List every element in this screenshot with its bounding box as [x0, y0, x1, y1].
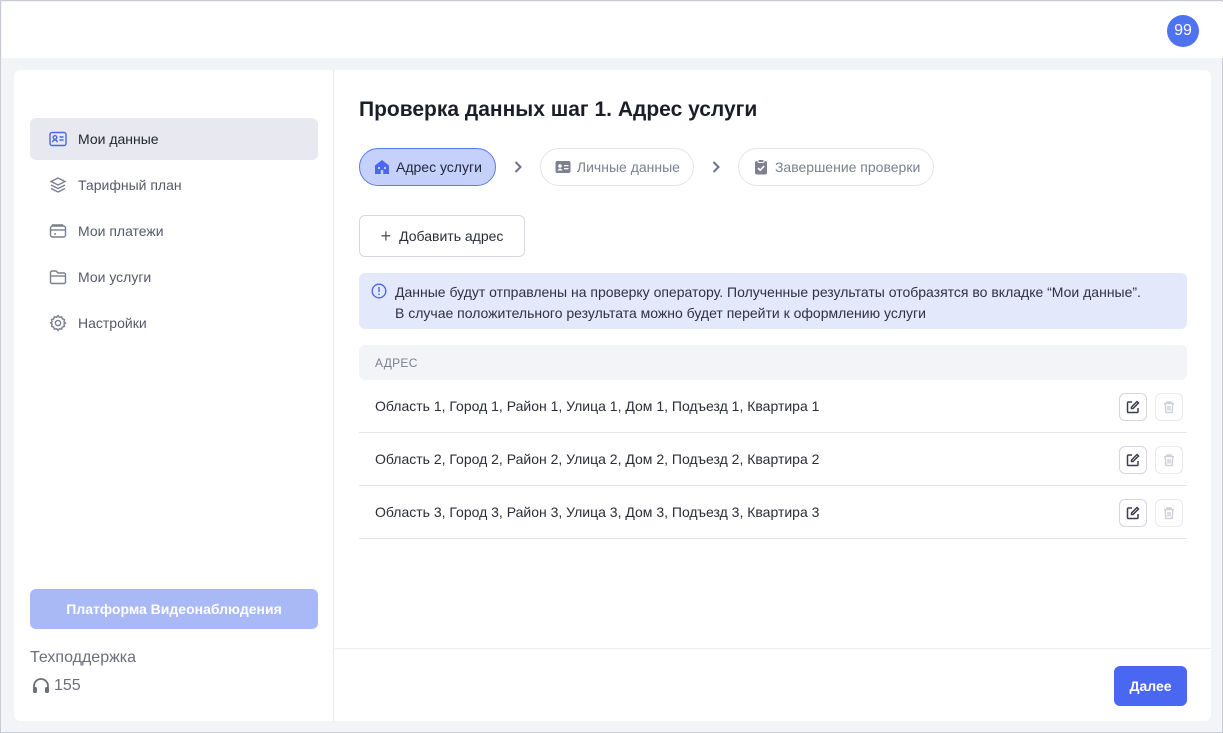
- edit-icon: [1126, 453, 1140, 467]
- address-cell: Область 2, Город 2, Район 2, Улица 2, До…: [375, 451, 820, 467]
- sidebar-item-my-data[interactable]: Мои данные: [30, 118, 318, 160]
- delete-button[interactable]: [1155, 446, 1183, 474]
- chevron-right-icon: [496, 160, 540, 174]
- address-cell: Область 3, Город 3, Район 3, Улица 3, До…: [375, 504, 820, 520]
- sidebar: Мои данные Тарифный план Мои платежи Мои…: [14, 70, 334, 721]
- address-cell: Область 1, Город 1, Район 1, Улица 1, До…: [375, 398, 820, 414]
- address-table: АДРЕС Область 1, Город 1, Район 1, Улица…: [359, 345, 1187, 539]
- sidebar-item-label: Мои платежи: [78, 223, 164, 239]
- sidebar-item-label: Мои услуги: [78, 269, 152, 285]
- video-platform-button[interactable]: Платформа Видеонаблюдения: [30, 589, 318, 629]
- delete-button[interactable]: [1155, 499, 1183, 527]
- folder-icon: [48, 267, 68, 287]
- support-title: Техподдержка: [30, 649, 137, 666]
- gear-icon: [48, 313, 68, 333]
- trash-icon: [1164, 454, 1174, 467]
- avatar[interactable]: 99: [1167, 15, 1199, 47]
- sidebar-nav: Мои данные Тарифный план Мои платежи Мои…: [30, 118, 318, 348]
- step-service-address[interactable]: Адрес услуги: [359, 148, 496, 186]
- trash-icon: [1164, 507, 1174, 520]
- id-card-icon: [48, 129, 68, 149]
- row-actions: [1111, 393, 1183, 421]
- row-actions: [1111, 499, 1183, 527]
- sidebar-item-label: Настройки: [78, 315, 147, 331]
- top-bar: 99: [2, 2, 1223, 58]
- sidebar-item-payments[interactable]: Мои платежи: [30, 210, 318, 252]
- step-label: Личные данные: [576, 159, 680, 175]
- id-card-icon: [554, 158, 572, 176]
- trash-icon: [1164, 401, 1174, 414]
- info-notice: Данные будут отправлены на проверку опер…: [359, 273, 1187, 329]
- main-content: Проверка данных шаг 1. Адрес услуги Адре…: [335, 70, 1211, 721]
- column-header-address: АДРЕС: [375, 355, 418, 370]
- delete-button[interactable]: [1155, 393, 1183, 421]
- step-personal-data[interactable]: Личные данные: [539, 148, 694, 186]
- step-label: Адрес услуги: [396, 159, 482, 175]
- edit-button[interactable]: [1119, 446, 1147, 474]
- edit-button[interactable]: [1119, 393, 1147, 421]
- info-icon: [371, 283, 387, 299]
- headset-icon: [33, 678, 49, 693]
- footer-bar: Далее: [335, 648, 1211, 721]
- table-header: АДРЕС: [359, 345, 1187, 380]
- wallet-icon: [48, 221, 68, 241]
- sidebar-item-tariff[interactable]: Тарифный план: [30, 164, 318, 206]
- sidebar-item-services[interactable]: Мои услуги: [30, 256, 318, 298]
- support-phone[interactable]: 155: [30, 675, 81, 697]
- plus-icon: +: [380, 225, 392, 246]
- clipboard-check-icon: [752, 158, 770, 176]
- edit-icon: [1126, 400, 1140, 414]
- table-row: Область 1, Город 1, Район 1, Улица 1, До…: [359, 380, 1187, 433]
- row-actions: [1111, 446, 1183, 474]
- edit-icon: [1126, 506, 1140, 520]
- notice-line-2: В случае положительного результата можно…: [395, 305, 926, 321]
- next-button[interactable]: Далее: [1114, 666, 1187, 706]
- table-row: Область 3, Город 3, Район 3, Улица 3, До…: [359, 486, 1187, 539]
- chevron-right-icon: [694, 160, 738, 174]
- house-icon: [373, 158, 391, 176]
- sidebar-item-label: Тарифный план: [78, 177, 182, 193]
- page-title: Проверка данных шаг 1. Адрес услуги: [359, 98, 758, 121]
- table-row: Область 2, Город 2, Район 2, Улица 2, До…: [359, 433, 1187, 486]
- add-address-label: Добавить адрес: [399, 228, 504, 244]
- support-phone-number: 155: [54, 677, 81, 694]
- layers-icon: [48, 175, 68, 195]
- edit-button[interactable]: [1119, 499, 1147, 527]
- sidebar-item-settings[interactable]: Настройки: [30, 302, 318, 344]
- sidebar-item-label: Мои данные: [78, 131, 159, 147]
- stepper: Адрес услуги Личные данные Завершение пр…: [359, 148, 935, 186]
- content-panel: Мои данные Тарифный план Мои платежи Мои…: [14, 70, 1211, 721]
- step-finish-check[interactable]: Завершение проверки: [737, 148, 935, 186]
- step-label: Завершение проверки: [774, 159, 921, 175]
- app-window: 99 Мои данные Тарифный план Мои платежи …: [0, 0, 1223, 733]
- add-address-button[interactable]: + Добавить адрес: [359, 215, 525, 257]
- notice-line-1: Данные будут отправлены на проверку опер…: [395, 284, 1141, 300]
